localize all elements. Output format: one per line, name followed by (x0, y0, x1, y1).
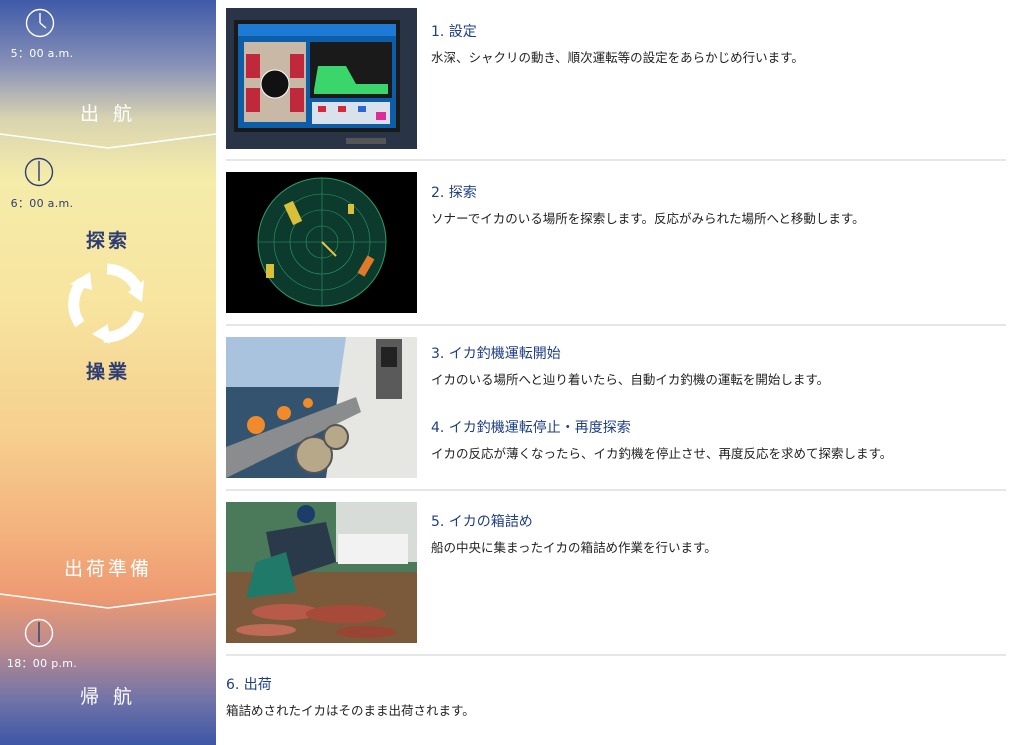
fishing-machine-photo (226, 337, 417, 478)
step-title: 2. 探索 (431, 185, 477, 201)
step-description: イカのいる場所へと辿り着いたら、自動イカ釣機の運転を開始します。 (431, 372, 830, 387)
time-label: 6：00 a.m. (10, 197, 74, 210)
clock-icon (24, 157, 54, 187)
squid-packing-photo (226, 502, 417, 643)
step-title: 3. イカ釣機運転開始 (431, 346, 561, 362)
circular-arrows-icon (68, 263, 145, 344)
step-separator (226, 654, 1006, 656)
step-title: 5. イカの箱詰め (431, 514, 533, 530)
phase-divider (0, 133, 216, 149)
time-label: 18：00 p.m. (6, 657, 78, 670)
phase-shipping-prep: 出荷準備 (63, 558, 152, 580)
step-separator (226, 159, 1006, 161)
step-separator (226, 489, 1006, 491)
clock-icon (24, 618, 54, 648)
step-title: 4. イカ釣機運転停止・再度探索 (431, 420, 631, 436)
control-panel-photo (226, 8, 417, 149)
phase-operation: 操業 (85, 361, 130, 383)
phase-divider (0, 593, 216, 609)
phase-search: 探索 (85, 230, 130, 252)
step-description: 船の中央に集まったイカの箱詰め作業を行います。 (431, 540, 717, 555)
step-separator (226, 324, 1006, 326)
phase-return: 帰 航 (79, 686, 137, 708)
step-title: 6. 出荷 (226, 677, 272, 693)
phase-departure: 出 航 (79, 103, 137, 125)
time-label: 5：00 a.m. (10, 47, 74, 60)
step-description: イカの反応が薄くなったら、イカ釣機を停止させ、再度反応を求めて探索します。 (431, 446, 893, 461)
step-description: 箱詰めされたイカはそのまま出荷されます。 (226, 703, 475, 718)
clock-icon (25, 8, 55, 38)
sonar-screen-photo (226, 172, 417, 313)
step-description: ソナーでイカのいる場所を探索します。反応がみられた場所へと移動します。 (431, 211, 865, 226)
step-title: 1. 設定 (431, 24, 477, 40)
step-description: 水深、シャクリの動き、順次運転等の設定をあらかじめ行います。 (431, 50, 804, 65)
timeline-sidebar: 5：00 a.m. 出 航 6：00 a.m. 探索 操業 出荷準備 18：00… (0, 0, 216, 745)
